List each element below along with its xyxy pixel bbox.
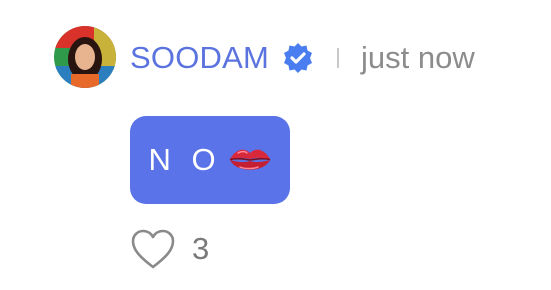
message-bubble[interactable]: N O — [130, 116, 290, 204]
comment-footer: 3 — [130, 226, 209, 272]
timestamp: just now — [361, 40, 475, 75]
divider — [337, 48, 339, 68]
avatar-image — [54, 26, 116, 88]
verified-badge-icon — [281, 41, 315, 75]
avatar[interactable] — [54, 26, 116, 88]
comment-item: SOODAM just now N O 3 — [0, 0, 551, 290]
heart-outline-icon[interactable] — [130, 228, 176, 270]
message-text: N O — [148, 142, 222, 177]
lips-emoji-icon — [228, 145, 272, 175]
comment-header: SOODAM just now — [130, 36, 475, 80]
like-count: 3 — [192, 231, 210, 266]
username[interactable]: SOODAM — [130, 36, 269, 80]
